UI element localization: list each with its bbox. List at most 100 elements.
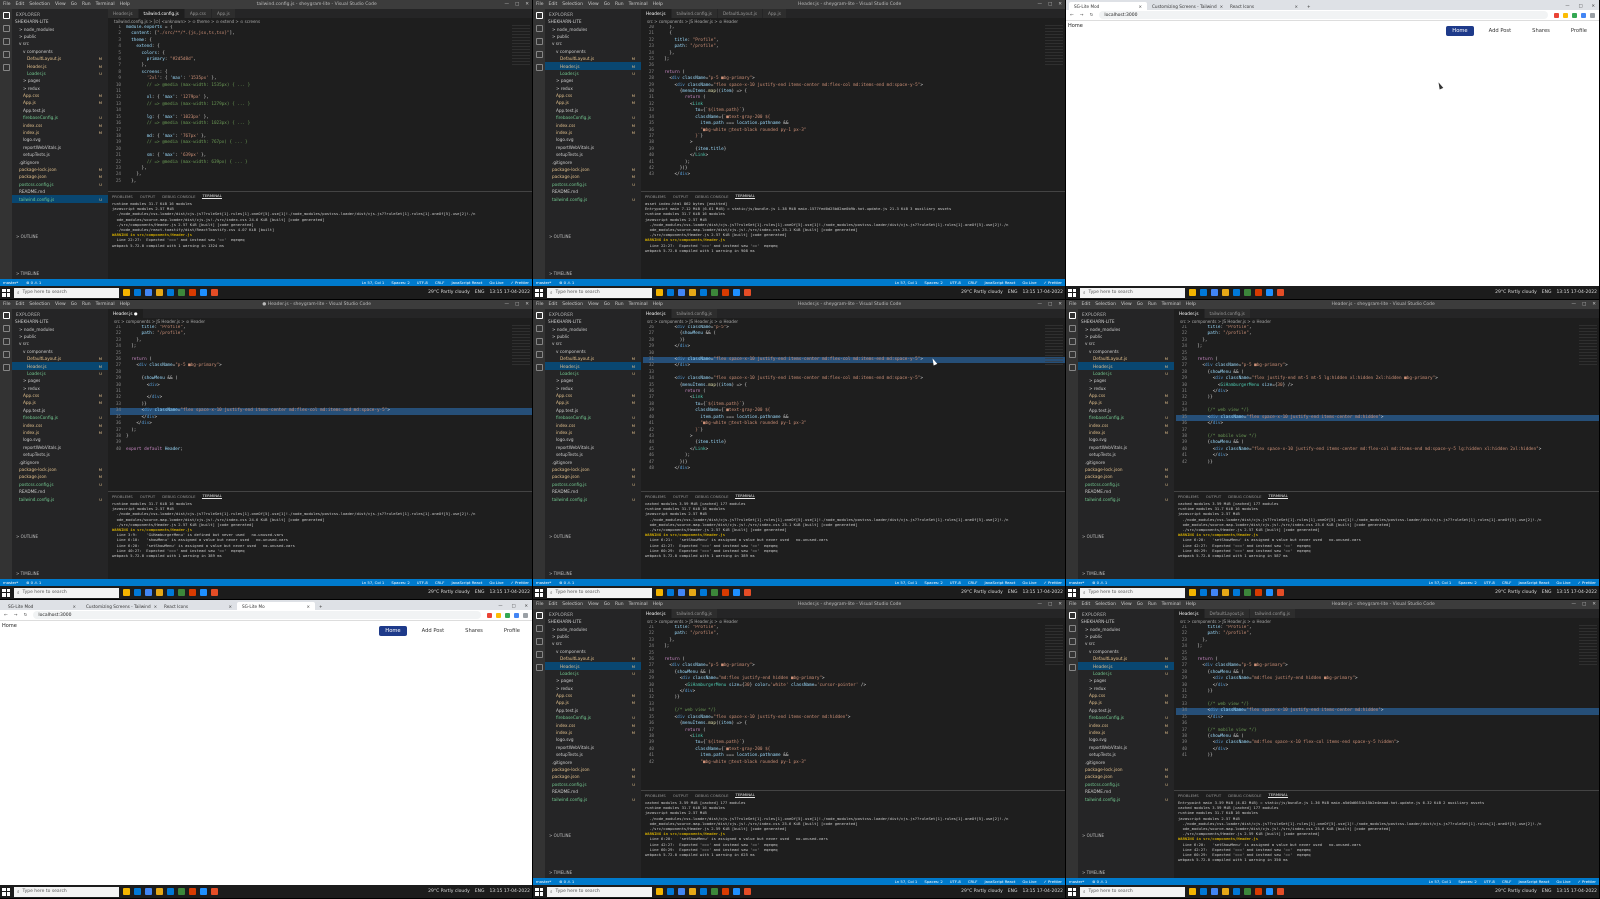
language-label[interactable]: ENG [475, 590, 485, 595]
go-live-button[interactable]: Go Live [1022, 280, 1036, 285]
address-bar[interactable]: localhost:3000 [1099, 11, 1548, 19]
panel-tab-problems[interactable]: PROBLEMS [112, 494, 133, 499]
git-branch[interactable]: master* [1069, 879, 1084, 884]
source-control-icon[interactable] [535, 38, 543, 45]
explorer-item[interactable]: logo.svg [545, 136, 641, 143]
taskbar-app-icon[interactable] [1255, 589, 1262, 596]
explorer-item[interactable]: package-lock.json M [1078, 766, 1174, 773]
explorer-item[interactable]: App.test.js [545, 107, 641, 114]
explorer-item[interactable]: logo.svg [1078, 736, 1174, 743]
extension-icon[interactable] [1581, 12, 1586, 18]
taskbar-app-icon[interactable] [1211, 888, 1218, 895]
explorer-item[interactable]: reportWebVitals.js [545, 144, 641, 151]
nav-link-profile[interactable]: Profile [498, 626, 526, 636]
weather-label[interactable]: 29°C Partly cloudy [961, 290, 1003, 295]
nav-link-home[interactable]: Home [379, 626, 407, 636]
weather-label[interactable]: 29°C Partly cloudy [428, 290, 470, 295]
timeline-section[interactable]: > TIMELINE [1078, 869, 1174, 876]
start-button[interactable] [535, 887, 543, 896]
menu-item-selection[interactable]: Selection [562, 602, 583, 607]
git-branch[interactable]: master* [536, 280, 551, 285]
go-live-button[interactable]: Go Live [1022, 879, 1036, 884]
clock[interactable]: 13:15 17-04-2022 [1022, 889, 1063, 894]
timeline-section[interactable]: > TIMELINE [545, 869, 641, 876]
explorer-item[interactable]: Loader.js U [1078, 370, 1174, 377]
panel-tab-debug-console[interactable]: DEBUG CONSOLE [1228, 793, 1261, 798]
taskbar-app-icon[interactable] [689, 589, 696, 596]
weather-label[interactable]: 29°C Partly cloudy [1495, 889, 1537, 894]
timeline-section[interactable]: > TIMELINE [545, 270, 641, 277]
close-tab-icon[interactable]: × [228, 604, 232, 609]
maximize-button[interactable]: □ [1582, 602, 1586, 607]
code-editor[interactable]: 21 title: "Profile", 22 path: "/profile",… [1174, 325, 1599, 491]
explorer-item[interactable]: .gitignore [545, 458, 641, 465]
explorer-item[interactable]: App.js M [545, 399, 641, 406]
explorer-item[interactable]: reportWebVitals.js [12, 144, 108, 151]
encoding[interactable]: UTF-8 [417, 280, 428, 285]
explorer-item[interactable]: Loader.js U [12, 370, 108, 377]
panel-tab-problems[interactable]: PROBLEMS [1178, 494, 1199, 499]
explorer-item[interactable]: v src [12, 340, 108, 347]
line-ending[interactable]: CRLF [968, 580, 978, 585]
panel-tab-terminal[interactable]: TERMINAL [735, 193, 755, 199]
taskbar-app-icon[interactable] [189, 888, 196, 895]
extensions-icon[interactable] [535, 364, 543, 371]
explorer-item[interactable]: reportWebVitals.js [1078, 744, 1174, 751]
cursor-position[interactable]: Ln 57, Col 1 [362, 580, 385, 585]
source-control-icon[interactable] [535, 638, 543, 645]
explorer-item[interactable]: > public [12, 33, 108, 40]
indentation[interactable]: Spaces: 2 [924, 879, 942, 884]
taskbar-app-icon[interactable] [1255, 289, 1262, 296]
taskbar-app-icon[interactable] [167, 888, 174, 895]
extensions-icon[interactable] [1068, 364, 1076, 371]
explorer-item[interactable]: logo.svg [545, 436, 641, 443]
line-ending[interactable]: CRLF [1502, 580, 1512, 585]
editor-tab[interactable]: App.js [212, 9, 236, 18]
code-editor[interactable]: 21 title: "Profile", 22 path: "/profile",… [641, 625, 1065, 790]
explorer-item[interactable]: DefaultLayout.js M [12, 55, 108, 62]
menu-item-edit[interactable]: Edit [549, 302, 558, 307]
editor-tab[interactable]: App.css [184, 9, 212, 18]
menu-item-terminal[interactable]: Terminal [629, 602, 648, 607]
explorer-item[interactable]: tailwind.config.js U [545, 495, 641, 502]
code-editor[interactable]: 1 module.exports = {2 content: ["./src/**… [108, 25, 532, 191]
language-label[interactable]: ENG [1542, 590, 1552, 595]
extension-icon[interactable] [523, 612, 528, 618]
explorer-item[interactable]: App.js M [545, 99, 641, 106]
explorer-item[interactable]: package.json M [12, 473, 108, 480]
taskbar-app-icon[interactable] [744, 289, 751, 296]
browser-tab[interactable]: React Icons × [159, 602, 237, 610]
explorer-item[interactable]: README.md [12, 188, 108, 195]
editor-tab[interactable]: DefaultLayout.js [717, 9, 764, 18]
taskbar-app-icon[interactable] [123, 888, 130, 895]
explorer-item[interactable]: v components [545, 48, 641, 55]
menu-item-edit[interactable]: Edit [549, 602, 558, 607]
taskbar-app-icon[interactable] [1211, 589, 1218, 596]
close-tab-icon[interactable]: × [306, 604, 310, 609]
taskbar-app-icon[interactable] [667, 289, 674, 296]
taskbar-app-icon[interactable] [700, 289, 707, 296]
explorer-item[interactable]: firebaseConfig.js U [12, 414, 108, 421]
taskbar-app-icon[interactable] [189, 289, 196, 296]
indentation[interactable]: Spaces: 2 [391, 280, 409, 285]
search-icon[interactable] [535, 325, 543, 332]
explorer-item[interactable]: > public [545, 633, 641, 640]
breadcrumb[interactable]: src > components > JS Header.js > ⊘ Head… [641, 18, 1065, 25]
explorer-item[interactable]: > redux [545, 85, 641, 92]
explorer-item[interactable]: index.css M [12, 121, 108, 128]
line-ending[interactable]: CRLF [1502, 879, 1512, 884]
menu-item-file[interactable]: File [536, 2, 544, 7]
explorer-item[interactable]: index.css M [545, 421, 641, 428]
taskbar-app-icon[interactable] [722, 289, 729, 296]
explorer-item[interactable]: index.css M [545, 721, 641, 728]
run-debug-icon[interactable] [535, 51, 543, 58]
explorer-item[interactable]: package.json M [545, 473, 641, 480]
maximize-button[interactable]: □ [1048, 602, 1052, 607]
panel-tab-output[interactable]: OUTPUT [1206, 793, 1221, 798]
outline-section[interactable]: > OUTLINE [12, 233, 108, 240]
reload-icon[interactable]: ↻ [1090, 13, 1094, 18]
nav-link-add-post[interactable]: Add Post [416, 626, 451, 636]
line-ending[interactable]: CRLF [968, 280, 978, 285]
extension-icon[interactable] [487, 612, 492, 618]
explorer-item[interactable]: package-lock.json M [545, 766, 641, 773]
